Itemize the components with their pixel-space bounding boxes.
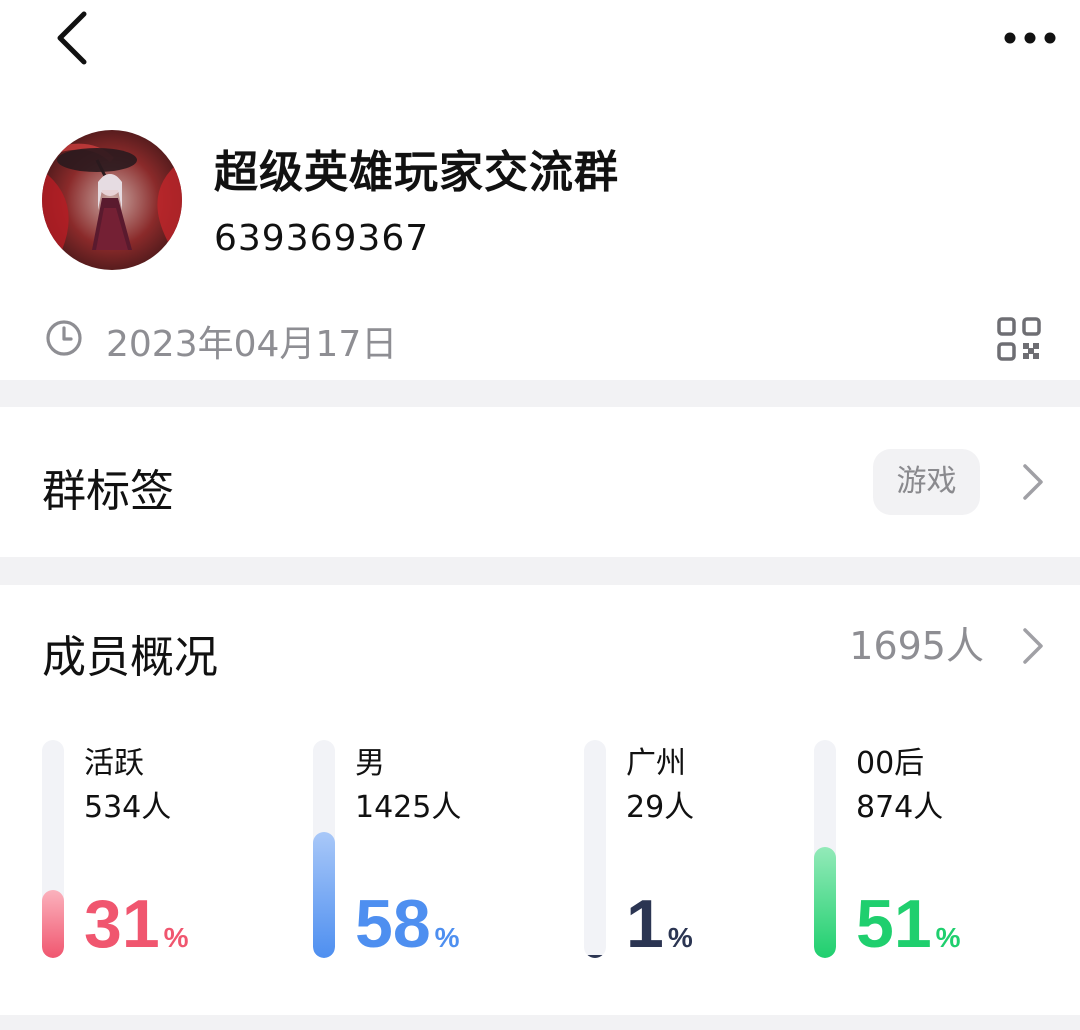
group-name: 超级英雄玩家交流群 [214, 147, 619, 198]
back-button[interactable] [46, 8, 102, 68]
stat-label: 男 [355, 746, 385, 781]
group-tags-row[interactable]: 群标签 游戏 [0, 407, 1080, 557]
stat-percent: 51% [856, 886, 961, 962]
group-avatar[interactable] [42, 130, 182, 270]
tag-chip: 游戏 [873, 449, 980, 515]
group-id: 639369367 [214, 218, 430, 259]
stat-bar-track [313, 740, 335, 958]
created-date: 2023年04月17日 [106, 324, 398, 365]
stat-count: 534人 [84, 790, 172, 825]
stat-count: 1425人 [355, 790, 462, 825]
stat-male: 男 1425人 58% [313, 740, 553, 965]
stat-active: 活跃 534人 31% [42, 740, 282, 965]
member-overview-card: 成员概况 1695人 活跃 534人 31% 男 1425人 58% 广州 29… [0, 585, 1080, 1015]
stat-bar-fill [584, 955, 606, 958]
stat-count: 29人 [626, 790, 695, 825]
stat-bar-track [42, 740, 64, 958]
stat-bar-track [584, 740, 606, 958]
chevron-left-icon [57, 11, 87, 65]
more-horizontal-icon [1004, 32, 1056, 44]
clock-icon [46, 320, 82, 356]
stat-age-group: 00后 874人 51% [814, 740, 1054, 965]
stat-percent: 1% [626, 886, 693, 962]
stat-count: 874人 [856, 790, 944, 825]
stat-label: 00后 [856, 746, 925, 781]
member-overview-title: 成员概况 [42, 632, 218, 683]
group-header-card: 超级英雄玩家交流群 639369367 2023年04月17日 [0, 0, 1080, 380]
member-total[interactable]: 1695人 [849, 615, 984, 670]
stat-percent: 31% [84, 886, 189, 962]
qr-code-icon[interactable] [996, 316, 1042, 362]
chevron-right-icon[interactable] [1020, 626, 1046, 666]
stat-percent: 58% [355, 886, 460, 962]
stat-label: 活跃 [84, 746, 144, 781]
stat-bar-fill [313, 832, 335, 958]
stat-bar-fill [814, 847, 836, 958]
group-info-page: 超级英雄玩家交流群 639369367 2023年04月17日 群标签 游戏 成… [0, 0, 1080, 1030]
more-button[interactable] [1000, 20, 1060, 56]
stat-label: 广州 [626, 746, 686, 781]
group-tags-title: 群标签 [42, 466, 174, 517]
stat-bar-fill [42, 890, 64, 958]
chevron-right-icon [1023, 464, 1043, 500]
stat-bar-track [814, 740, 836, 958]
stat-location: 广州 29人 1% [584, 740, 824, 965]
